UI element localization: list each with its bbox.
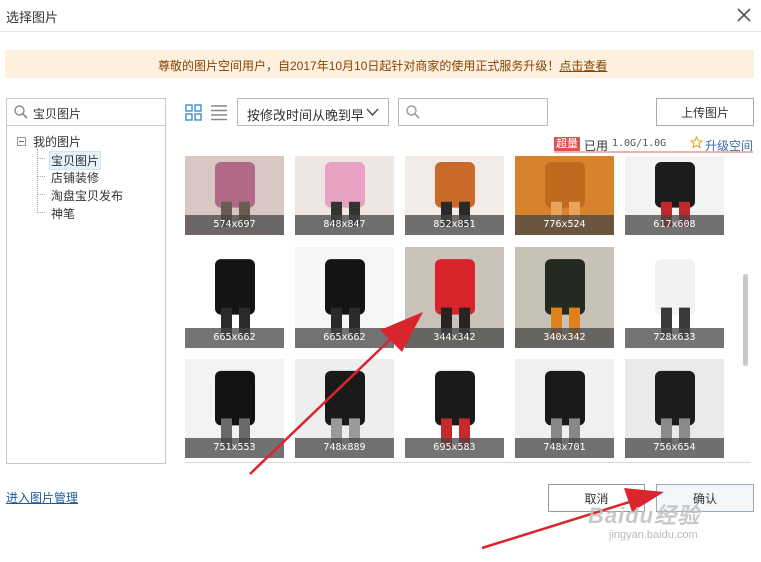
- image-size-label: 728x633: [625, 328, 724, 348]
- image-thumbnail[interactable]: 748x701: [515, 359, 614, 458]
- chevron-down-icon: [366, 108, 379, 117]
- image-thumbnail[interactable]: 617x608: [625, 156, 724, 235]
- dialog-titlebar: 选择图片: [0, 0, 761, 32]
- image-thumbnail[interactable]: 665x662: [185, 247, 284, 348]
- tree-item-product-images[interactable]: 宝贝图片: [49, 151, 102, 170]
- folder-tree: 宝贝图片 我的图片 宝贝图片 店铺装修 淘盘宝贝发布 神笔: [6, 98, 166, 464]
- search-icon: [406, 105, 420, 119]
- search-icon: [14, 105, 28, 119]
- image-size-label: 695x583: [405, 438, 504, 458]
- upgrade-notice: 尊敬的图片空间用户，自2017年10月10日起针对商家的使用正式服务升级！点击查…: [5, 50, 754, 78]
- list-view-icon[interactable]: [210, 104, 228, 121]
- sort-value: 按修改时间从晚到早: [247, 108, 365, 123]
- image-thumbnail[interactable]: 848x847: [295, 156, 394, 235]
- notice-link[interactable]: 点击查看: [559, 59, 607, 73]
- tree-search-box[interactable]: 宝贝图片: [7, 99, 165, 126]
- image-gallery: 574x697 848x847 852x851 776x524 617x608 665x6…: [185, 156, 751, 463]
- watermark-url: jingyan.baidu.com: [609, 529, 698, 541]
- image-size-label: 617x608: [625, 215, 724, 235]
- tree-search-value: 宝贝图片: [33, 107, 82, 121]
- image-thumbnail[interactable]: 574x697: [185, 156, 284, 235]
- image-thumbnail[interactable]: 665x662: [295, 247, 394, 348]
- tree-item-shenbi[interactable]: 神笔: [51, 205, 75, 222]
- star-icon: [690, 136, 703, 149]
- enter-image-management-link[interactable]: 进入图片管理: [6, 489, 78, 506]
- image-thumbnail[interactable]: 751x553: [185, 359, 284, 458]
- image-size-label: 776x524: [515, 215, 614, 235]
- tree-item-shop-decoration[interactable]: 店铺装修: [51, 169, 99, 186]
- image-thumbnail[interactable]: 344x342: [405, 247, 504, 348]
- image-thumbnail[interactable]: 852x851: [405, 156, 504, 235]
- image-size-label: 852x851: [405, 215, 504, 235]
- tree-root-my-images[interactable]: 我的图片: [33, 133, 81, 150]
- image-thumbnail[interactable]: 776x524: [515, 156, 614, 235]
- image-thumbnail[interactable]: 340x342: [515, 247, 614, 348]
- image-thumbnail[interactable]: 748x889: [295, 359, 394, 458]
- image-size-label: 665x662: [185, 328, 284, 348]
- image-thumbnail[interactable]: 756x654: [625, 359, 724, 458]
- baidu-watermark: Baidu经验: [588, 503, 701, 528]
- scrollbar-thumb[interactable]: [743, 274, 748, 366]
- image-size-label: 756x654: [625, 438, 724, 458]
- close-icon[interactable]: [735, 6, 753, 24]
- collapse-toggle-icon[interactable]: [17, 137, 26, 146]
- grid-view-icon[interactable]: [185, 104, 202, 121]
- dialog-title: 选择图片: [6, 10, 59, 25]
- image-size-label: 340x342: [515, 328, 614, 348]
- sort-dropdown[interactable]: 按修改时间从晚到早: [237, 98, 389, 126]
- image-size-label: 748x701: [515, 438, 614, 458]
- image-size-label: 848x847: [295, 215, 394, 235]
- image-search-input[interactable]: [398, 98, 548, 126]
- image-thumbnail[interactable]: 695x583: [405, 359, 504, 458]
- notice-text: 尊敬的图片空间用户，自2017年10月10日起针对商家的使用正式服务升级！: [158, 59, 560, 73]
- gallery-scrollbar[interactable]: [741, 156, 751, 463]
- tree-item-taopan-publish[interactable]: 淘盘宝贝发布: [51, 187, 123, 204]
- image-thumbnail[interactable]: 728x633: [625, 247, 724, 348]
- image-size-label: 748x889: [295, 438, 394, 458]
- quota-progress-bar: [554, 151, 753, 153]
- image-size-label: 751x553: [185, 438, 284, 458]
- image-size-label: 344x342: [405, 328, 504, 348]
- quota-used-value: 1.0G/1.0G: [612, 138, 667, 149]
- image-size-label: 665x662: [295, 328, 394, 348]
- image-size-label: 574x697: [185, 215, 284, 235]
- over-quota-badge: 超量: [554, 137, 580, 151]
- upload-image-button[interactable]: 上传图片: [656, 98, 754, 126]
